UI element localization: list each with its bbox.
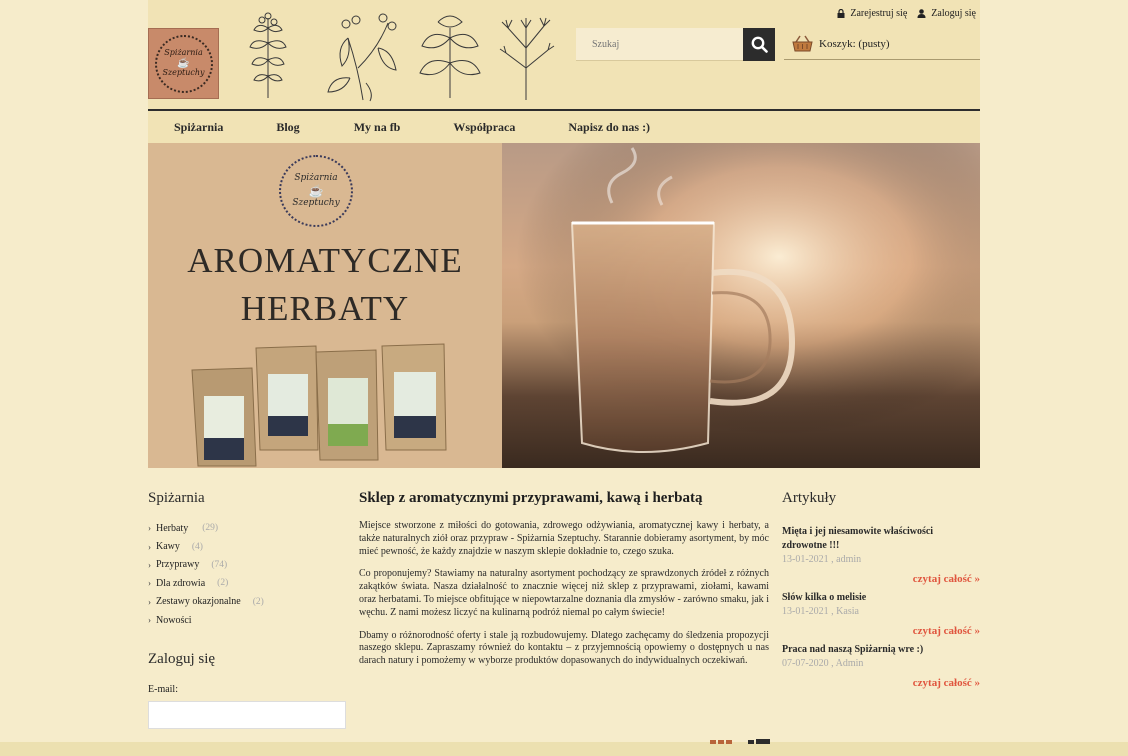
chevron-right-icon: › bbox=[148, 596, 151, 607]
login-link[interactable]: Zaloguj się bbox=[917, 8, 976, 19]
category-count: (2) bbox=[252, 596, 264, 607]
logo-wreath: Spiżarnia ☕ Szeptuchy bbox=[154, 34, 213, 93]
grid-view-icon[interactable] bbox=[710, 738, 734, 744]
hero-banner[interactable]: Spiżarnia ☕ Szeptuchy AROMATYCZNE HERBAT… bbox=[148, 143, 980, 468]
teacup-icon: ☕ bbox=[308, 183, 324, 198]
category-label: Dla zdrowia bbox=[156, 577, 206, 589]
category-label: Zestawy okazjonalne bbox=[156, 596, 241, 608]
email-field[interactable] bbox=[148, 701, 346, 730]
account-links: Zarejestruj się Zaloguj się bbox=[837, 8, 976, 19]
article-title[interactable]: Słów kilka o melisie bbox=[782, 591, 980, 605]
chevron-right-icon: › bbox=[148, 615, 151, 626]
category-label: Przyprawy bbox=[156, 559, 200, 571]
banner-title-line-1: AROMATYCZNE bbox=[187, 241, 463, 280]
intro-paragraph-1: Miejsce stworzone z miłości do gotowania… bbox=[359, 520, 769, 557]
nav-item-wspolpraca[interactable]: Współpraca bbox=[453, 120, 515, 135]
shop-logo[interactable]: Spiżarnia ☕ Szeptuchy bbox=[148, 28, 219, 99]
page: Spiżarnia ☕ Szeptuchy Zarejestruj się Za… bbox=[148, 0, 980, 756]
tea-packages-image bbox=[191, 343, 447, 467]
tea-glass-image bbox=[502, 143, 980, 468]
category-item-zestawy[interactable]: › Zestawy okazjonalne (2) bbox=[148, 593, 348, 611]
article-title[interactable]: Mięta i jej niesamowite właściwości zdro… bbox=[782, 525, 980, 553]
banner-left-panel: Spiżarnia ☕ Szeptuchy AROMATYCZNE HERBAT… bbox=[148, 143, 502, 468]
category-count: (74) bbox=[211, 559, 228, 570]
banner-logo-line-1: Spiżarnia bbox=[294, 173, 338, 183]
cart-summary[interactable]: Koszyk: (pusty) bbox=[784, 28, 980, 60]
user-icon bbox=[917, 9, 926, 18]
left-column: Spiżarnia › Herbaty (29) › Kawy (4) › Przypra… bbox=[148, 490, 348, 730]
category-item-przyprawy[interactable]: › Przyprawy (74) bbox=[148, 556, 348, 574]
category-item-herbaty[interactable]: › Herbaty (29) bbox=[148, 519, 348, 537]
intro-paragraph-3: Dbamy o różnorodność oferty i stale ją r… bbox=[359, 629, 769, 667]
nav-item-napisz[interactable]: Napisz do nas :) bbox=[568, 120, 650, 135]
search-icon bbox=[751, 36, 768, 53]
category-count: (2) bbox=[217, 578, 229, 589]
main-content: Sklep z aromatycznymi przyprawami, kawą … bbox=[359, 490, 769, 668]
article-meta: 13-01-2021 , admin bbox=[782, 554, 862, 565]
header: Spiżarnia ☕ Szeptuchy Zarejestruj się Za… bbox=[148, 0, 980, 109]
main-nav: Spiżarnia Blog My na fb Współpraca Napis… bbox=[148, 109, 980, 143]
category-count: (29) bbox=[202, 523, 219, 534]
nav-item-my-na-fb[interactable]: My na fb bbox=[354, 120, 401, 135]
view-toggle bbox=[710, 738, 772, 744]
article-item: Słów kilka o melisie 13-01-2021 , Kasia … bbox=[782, 591, 980, 637]
lock-icon bbox=[837, 9, 845, 18]
search-button[interactable] bbox=[743, 28, 775, 61]
category-label: Kawy bbox=[156, 541, 180, 553]
category-item-kawy[interactable]: › Kawy (4) bbox=[148, 537, 348, 555]
cart-label: Koszyk: (pusty) bbox=[819, 37, 890, 50]
register-label: Zarejestruj się bbox=[850, 8, 908, 19]
article-title[interactable]: Praca nad naszą Spiżarnią wre :) bbox=[782, 643, 980, 657]
nav-item-spizarnia[interactable]: Spiżarnia bbox=[174, 120, 223, 135]
categories-title: Spiżarnia bbox=[148, 490, 205, 506]
list-view-icon[interactable] bbox=[748, 738, 772, 744]
basket-icon bbox=[792, 35, 813, 52]
read-more-link[interactable]: czytaj całość » bbox=[782, 677, 980, 689]
read-more-link[interactable]: czytaj całość » bbox=[782, 625, 980, 637]
register-link[interactable]: Zarejestruj się bbox=[837, 8, 907, 19]
nav-item-blog[interactable]: Blog bbox=[276, 120, 299, 135]
category-list: › Herbaty (29) › Kawy (4) › Przyprawy (74) › Dl… bbox=[148, 519, 348, 629]
category-label: Herbaty bbox=[156, 522, 189, 534]
banner-photo bbox=[502, 143, 980, 468]
login-title: Zaloguj się bbox=[148, 651, 216, 668]
article-meta: 13-01-2021 , Kasia bbox=[782, 606, 859, 617]
footer-strip bbox=[0, 742, 1128, 756]
chevron-right-icon: › bbox=[148, 541, 151, 552]
read-more-link[interactable]: czytaj całość » bbox=[782, 573, 980, 585]
intro-paragraph-2: Co proponujemy? Stawiamy na naturalny as… bbox=[359, 568, 769, 618]
search-input[interactable] bbox=[576, 28, 743, 61]
chevron-right-icon: › bbox=[148, 578, 151, 589]
category-label: Nowości bbox=[156, 614, 192, 626]
page-title: Sklep z aromatycznymi przyprawami, kawą … bbox=[359, 490, 703, 506]
chevron-right-icon: › bbox=[148, 523, 151, 534]
articles-column: Artykuły Mięta i jej niesamowite właściw… bbox=[782, 490, 980, 689]
logo-line-1: Spiżarnia bbox=[164, 48, 203, 58]
articles-title: Artykuły bbox=[782, 490, 837, 506]
banner-logo: Spiżarnia ☕ Szeptuchy bbox=[279, 155, 353, 227]
category-item-dla-zdrowia[interactable]: › Dla zdrowia (2) bbox=[148, 574, 348, 592]
logo-line-2: Szeptuchy bbox=[162, 68, 205, 77]
article-meta: 07-07-2020 , Admin bbox=[782, 658, 864, 669]
chevron-right-icon: › bbox=[148, 559, 151, 570]
herb-illustrations bbox=[249, 12, 555, 102]
email-label: E-mail: bbox=[148, 684, 178, 696]
article-item: Mięta i jej niesamowite właściwości zdro… bbox=[782, 525, 980, 585]
category-item-nowosci[interactable]: › Nowości bbox=[148, 611, 348, 629]
category-count: (4) bbox=[191, 541, 203, 552]
banner-title-line-2: HERBATY bbox=[240, 289, 410, 328]
login-label: Zaloguj się bbox=[931, 8, 976, 19]
banner-logo-line-2: Szeptuchy bbox=[292, 198, 340, 209]
search-box bbox=[576, 28, 775, 61]
article-item: Praca nad naszą Spiżarnią wre :) 07-07-2… bbox=[782, 643, 980, 689]
